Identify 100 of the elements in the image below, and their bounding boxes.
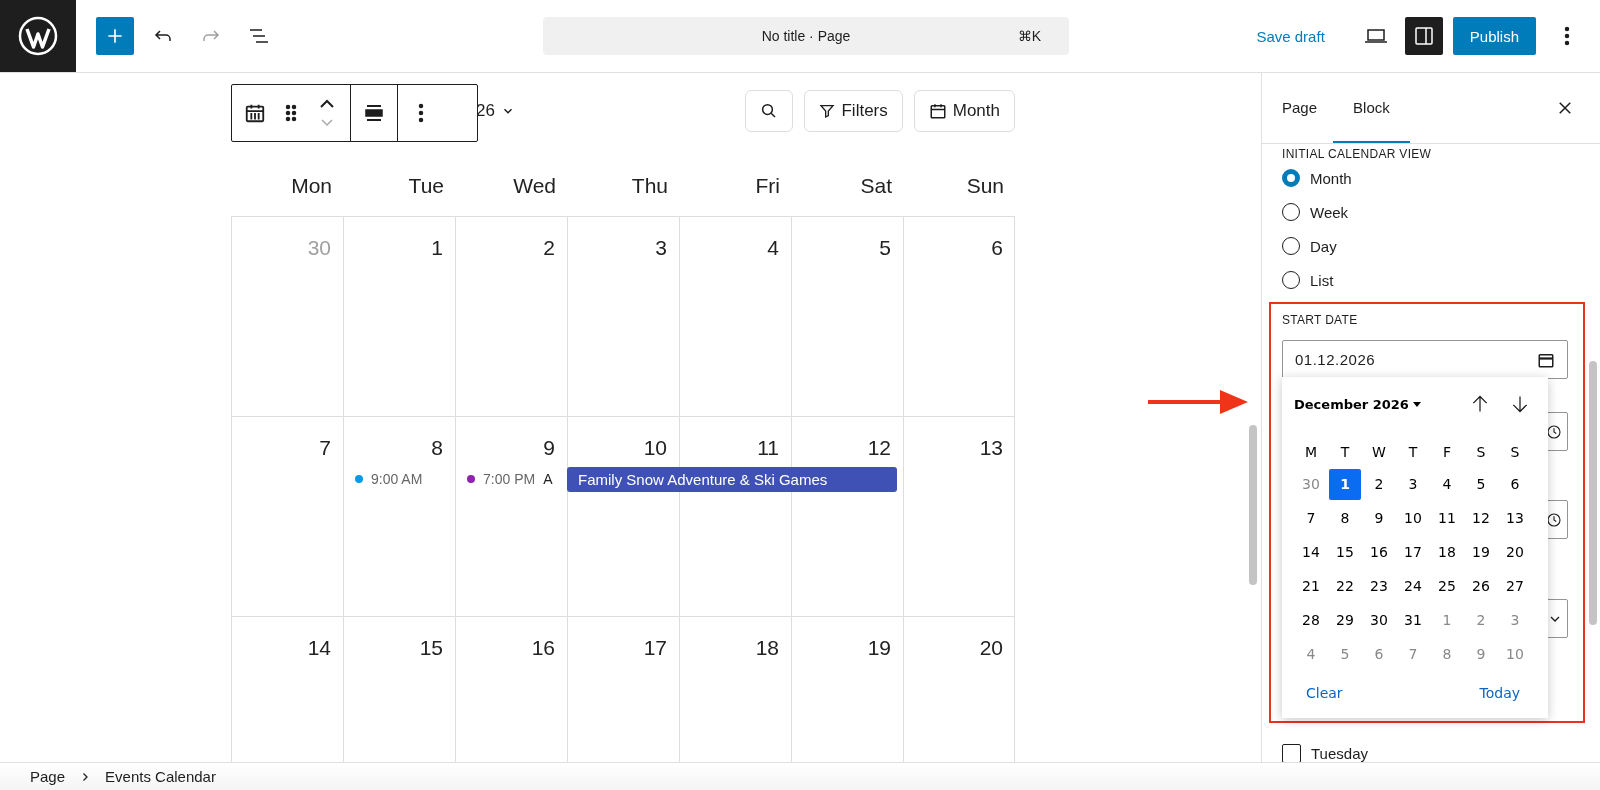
day-number: 8 xyxy=(431,436,444,461)
weekday-label: T xyxy=(1339,443,1351,462)
date-option[interactable]: 2 xyxy=(1464,603,1498,637)
date-option[interactable]: 12 xyxy=(1464,501,1498,535)
breadcrumb-link[interactable]: Page xyxy=(20,768,76,785)
date-option[interactable]: 20 xyxy=(1498,535,1532,569)
checkbox-label[interactable]: Tuesday xyxy=(1311,745,1368,762)
day-number: 13 xyxy=(979,436,1004,461)
date-option[interactable]: 28 xyxy=(1294,603,1328,637)
shortcut-label: ⌘K xyxy=(1017,28,1041,44)
radio-option[interactable]: Week xyxy=(1282,195,1568,229)
radio-option[interactable]: Day xyxy=(1282,229,1568,263)
event-time[interactable]: 9:00 AM xyxy=(371,471,423,487)
weekday-label: Thu xyxy=(630,174,669,199)
date-option[interactable]: 4 xyxy=(1294,637,1328,671)
day-number: 6 xyxy=(991,236,1004,261)
weekday-label: T xyxy=(1407,443,1419,462)
weekday-label: Sun xyxy=(965,174,1005,199)
weekday-label: Tue xyxy=(407,174,445,199)
event-title[interactable]: A xyxy=(543,471,553,487)
weekday-label: M xyxy=(1303,443,1319,462)
view-button[interactable]: Month xyxy=(913,90,1015,132)
date-option[interactable]: 3 xyxy=(1396,467,1430,501)
day-number: 2 xyxy=(543,236,556,261)
date-option[interactable]: 24 xyxy=(1396,569,1430,603)
day-number: 15 xyxy=(419,636,444,661)
day-number: 11 xyxy=(757,436,780,461)
clear-link[interactable]: Clear xyxy=(1306,685,1343,701)
weekday-label: W xyxy=(1371,443,1387,462)
date-option[interactable]: 26 xyxy=(1464,569,1498,603)
date-option[interactable]: 25 xyxy=(1430,569,1464,603)
field-label: START DATE xyxy=(1282,313,1359,327)
date-option[interactable]: 30 xyxy=(1294,467,1328,501)
event-bar[interactable]: Family Snow Adventure & Ski Games xyxy=(567,466,897,492)
date-option[interactable]: 14 xyxy=(1294,535,1328,569)
command-bar[interactable]: No title · Page ⌘K xyxy=(543,17,1069,55)
day-number: 5 xyxy=(879,236,892,261)
date-option[interactable]: 30 xyxy=(1362,603,1396,637)
day-number: 3 xyxy=(655,236,668,261)
weekday-label: Fri xyxy=(754,174,781,199)
date-option[interactable]: 16 xyxy=(1362,535,1396,569)
radio-option[interactable]: Month xyxy=(1282,161,1568,195)
date-option[interactable]: 5 xyxy=(1328,637,1362,671)
date-option[interactable]: 8 xyxy=(1328,501,1362,535)
date-option[interactable]: 2 xyxy=(1362,467,1396,501)
filters-button[interactable]: Filters xyxy=(804,90,903,132)
date-option[interactable]: 11 xyxy=(1430,501,1464,535)
day-number: 20 xyxy=(979,636,1004,661)
breadcrumb-link[interactable]: Events Calendar xyxy=(95,768,226,785)
date-option[interactable]: 21 xyxy=(1294,569,1328,603)
date-option[interactable]: 9 xyxy=(1362,501,1396,535)
month-title[interactable]: 26 xyxy=(476,101,495,121)
date-option[interactable]: 7 xyxy=(1294,501,1328,535)
radio-option[interactable]: List xyxy=(1282,263,1568,297)
date-option[interactable]: 15 xyxy=(1328,535,1362,569)
date-option[interactable]: 29 xyxy=(1328,603,1362,637)
save-draft-button[interactable]: Save draft xyxy=(1248,27,1333,45)
date-option[interactable]: 31 xyxy=(1396,603,1430,637)
date-option[interactable]: 22 xyxy=(1328,569,1362,603)
date-option[interactable]: 10 xyxy=(1396,501,1430,535)
day-number: 30 xyxy=(307,236,332,261)
publish-button[interactable]: Publish xyxy=(1452,17,1536,55)
date-option[interactable]: 3 xyxy=(1498,603,1532,637)
weekday-label: S xyxy=(1475,443,1487,462)
date-option[interactable]: 6 xyxy=(1498,467,1532,501)
sidebar-tab[interactable]: Block xyxy=(1333,73,1410,143)
day-number: 4 xyxy=(767,236,780,261)
weekday-label: Sat xyxy=(859,174,893,199)
date-option[interactable]: 6 xyxy=(1362,637,1396,671)
date-option[interactable]: 23 xyxy=(1362,569,1396,603)
event-time[interactable]: 7:00 PM xyxy=(483,471,536,487)
date-option[interactable]: 27 xyxy=(1498,569,1532,603)
day-number: 19 xyxy=(867,636,892,661)
day-number: 10 xyxy=(643,436,668,461)
today-link[interactable]: Today xyxy=(1479,685,1520,701)
day-number: 18 xyxy=(755,636,780,661)
weekday-label: S xyxy=(1509,443,1521,462)
date-option[interactable]: 17 xyxy=(1396,535,1430,569)
month-selector[interactable]: December 2026 xyxy=(1294,396,1421,412)
date-option[interactable]: 4 xyxy=(1430,467,1464,501)
date-option[interactable]: 10 xyxy=(1498,637,1532,671)
date-option[interactable]: 18 xyxy=(1430,535,1464,569)
date-option[interactable]: 7 xyxy=(1396,637,1430,671)
date-value: 01.12.2026 xyxy=(1295,351,1376,368)
day-number: 14 xyxy=(307,636,332,661)
date-option[interactable]: 13 xyxy=(1498,501,1532,535)
day-number: 16 xyxy=(531,636,556,661)
day-number: 1 xyxy=(431,236,444,261)
date-option[interactable]: 9 xyxy=(1464,637,1498,671)
weekday-label: Wed xyxy=(512,174,557,199)
date-option[interactable]: 5 xyxy=(1464,467,1498,501)
weekday-label: F xyxy=(1441,443,1453,462)
page-title: No title · Page xyxy=(761,28,851,44)
date-option[interactable]: 19 xyxy=(1464,535,1498,569)
sidebar-tab[interactable]: Page xyxy=(1282,73,1336,143)
day-number: 9 xyxy=(543,436,556,461)
date-option[interactable]: 8 xyxy=(1430,637,1464,671)
date-option[interactable]: 1 xyxy=(1329,468,1361,500)
weekday-label: Mon xyxy=(290,174,333,199)
date-option[interactable]: 1 xyxy=(1430,603,1464,637)
